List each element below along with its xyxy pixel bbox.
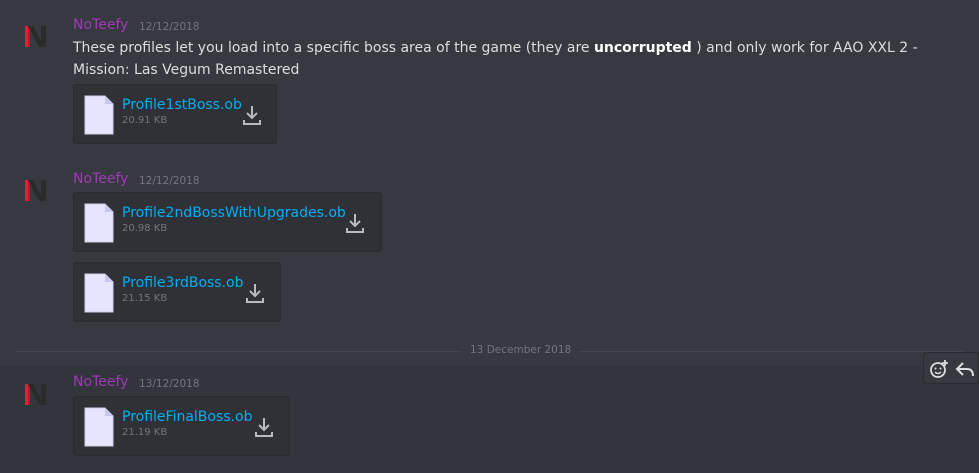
download-icon[interactable] — [254, 416, 274, 438]
file-attachment: Profile1stBoss.ob 20.91 KB — [73, 84, 277, 144]
file-attachment: ProfileFinalBoss.ob 21.19 KB — [73, 396, 290, 456]
username[interactable]: NoTeefy — [73, 171, 128, 187]
timestamp: 12/12/2018 — [139, 175, 200, 187]
attachment-filesize: 20.91 KB — [122, 115, 168, 126]
file-icon — [84, 273, 114, 313]
attachment-filesize: 21.19 KB — [122, 427, 168, 438]
noteefy-avatar-icon — [25, 180, 46, 201]
noteefy-avatar-icon — [25, 26, 46, 47]
message-group: NoTeefy 13/12/2018 ProfileFinalBoss.ob 2… — [0, 366, 979, 473]
file-icon — [84, 203, 114, 243]
attachment-filesize: 21.15 KB — [122, 293, 168, 304]
avatar[interactable] — [22, 379, 52, 409]
message-hover-actions — [923, 352, 979, 384]
message-group: NoTeefy 12/12/2018 These profiles let yo… — [0, 0, 979, 160]
file-attachment: Profile3rdBoss.ob 21.15 KB — [73, 262, 281, 322]
attachment-filename-link[interactable]: ProfileFinalBoss.ob — [122, 409, 252, 425]
message-text-bold: uncorrupted — [593, 40, 692, 56]
username[interactable]: NoTeefy — [73, 17, 128, 33]
message-text: These profiles let you load into a speci… — [73, 37, 959, 81]
download-icon[interactable] — [245, 282, 265, 304]
date-divider-label: 13 December 2018 — [462, 344, 580, 356]
file-icon — [84, 95, 114, 135]
attachment-filename-link[interactable]: Profile3rdBoss.ob — [122, 275, 244, 291]
reply-icon[interactable] — [955, 359, 975, 379]
attachment-filename-link[interactable]: Profile1stBoss.ob — [122, 97, 242, 113]
avatar[interactable] — [22, 21, 52, 51]
attachment-filename-link[interactable]: Profile2ndBossWithUpgrades.ob — [122, 205, 346, 221]
timestamp: 13/12/2018 — [139, 378, 200, 390]
timestamp: 12/12/2018 — [139, 21, 200, 33]
noteefy-avatar-icon — [25, 384, 46, 405]
avatar[interactable] — [22, 175, 52, 205]
message-text-part: These profiles let you load into a speci… — [73, 40, 594, 56]
file-icon — [84, 407, 114, 447]
file-attachment: Profile2ndBossWithUpgrades.ob 20.98 KB — [73, 192, 382, 252]
download-icon[interactable] — [242, 104, 262, 126]
username[interactable]: NoTeefy — [73, 374, 128, 390]
attachment-filesize: 20.98 KB — [122, 223, 168, 234]
download-icon[interactable] — [345, 212, 365, 234]
message-group: NoTeefy 12/12/2018 Profile2ndBossWithUpg… — [0, 160, 979, 340]
add-reaction-icon[interactable] — [929, 359, 949, 379]
